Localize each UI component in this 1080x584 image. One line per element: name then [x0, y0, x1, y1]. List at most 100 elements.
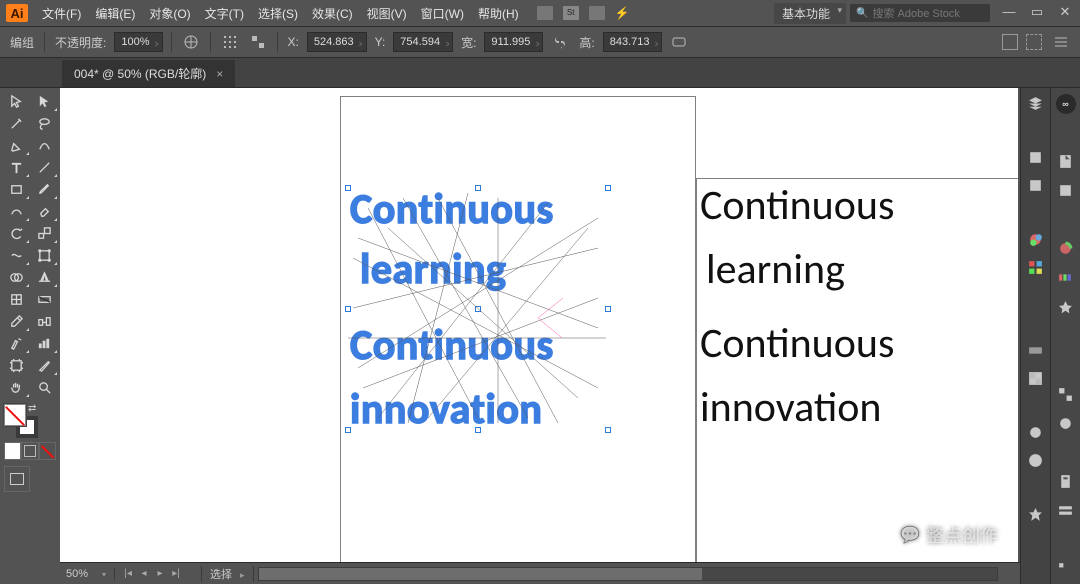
h-scrollbar-thumb[interactable]	[259, 568, 702, 580]
free-transform-tool[interactable]	[30, 244, 58, 266]
swatches-panel-icon[interactable]	[1025, 259, 1047, 277]
lasso-tool[interactable]	[30, 112, 58, 134]
properties-panel-icon[interactable]	[1055, 151, 1077, 171]
magic-wand-tool[interactable]	[2, 112, 30, 134]
screen-mode[interactable]	[4, 466, 30, 492]
eraser-tool[interactable]	[30, 200, 58, 222]
menu-window[interactable]: 窗口(W)	[415, 3, 470, 24]
css-panel-icon[interactable]	[1055, 501, 1077, 521]
menu-object[interactable]: 对象(O)	[143, 3, 196, 24]
artboard-tool[interactable]	[2, 354, 30, 376]
arrange-docs-icon[interactable]	[589, 6, 605, 20]
align-panel-icon[interactable]	[219, 31, 241, 53]
fill-swatch[interactable]	[4, 404, 26, 426]
artboards-panel-icon[interactable]	[1055, 181, 1077, 201]
artboard-next-icon[interactable]: ▸	[153, 567, 167, 581]
shaper-tool[interactable]	[2, 200, 30, 222]
opacity-input[interactable]: 100%	[114, 32, 162, 52]
options-flyout-icon[interactable]	[1050, 31, 1072, 53]
current-tool-label[interactable]: 选择	[201, 566, 254, 582]
align-panel-icon[interactable]	[1055, 355, 1077, 375]
document-tab[interactable]: 004* @ 50% (RGB/轮廓) ×	[62, 60, 235, 87]
line-segment-tool[interactable]	[30, 156, 58, 178]
swap-fill-stroke-icon[interactable]: ⇄	[28, 404, 38, 414]
selection-handle[interactable]	[605, 185, 611, 191]
symbols-panel-icon[interactable]	[1025, 506, 1047, 524]
window-restore-icon[interactable]: ▭	[1028, 6, 1046, 20]
transform-panel2-icon[interactable]	[1055, 385, 1077, 405]
isolate-mode-icon[interactable]	[1002, 34, 1018, 50]
text-line4[interactable]: innovation	[700, 378, 881, 439]
y-input[interactable]: 754.594	[393, 32, 453, 52]
menu-effect[interactable]: 效果(C)	[306, 3, 359, 24]
libraries-panel-icon[interactable]	[1025, 148, 1047, 166]
selection-center[interactable]	[475, 306, 481, 312]
artboard-last-icon[interactable]: ▸|	[169, 567, 183, 581]
text-line2[interactable]: learning	[706, 240, 845, 301]
x-input[interactable]: 524.863	[307, 32, 367, 52]
selection-tool[interactable]	[2, 90, 30, 112]
blend-tool[interactable]	[30, 310, 58, 332]
hand-tool[interactable]	[2, 376, 30, 398]
color-panel-icon[interactable]	[1025, 231, 1047, 249]
menu-type[interactable]: 文字(T)	[199, 3, 250, 24]
creative-cloud-icon[interactable]: ∞	[1056, 94, 1076, 114]
mesh-tool[interactable]	[2, 288, 30, 310]
rotate-tool[interactable]	[2, 222, 30, 244]
brushes-panel-icon[interactable]	[1025, 560, 1047, 578]
artboard-first-icon[interactable]: |◂	[121, 567, 135, 581]
draw-behind[interactable]	[21, 442, 38, 460]
window-close-icon[interactable]: ✕	[1056, 6, 1074, 20]
width-tool[interactable]	[2, 244, 30, 266]
menu-help[interactable]: 帮助(H)	[472, 3, 525, 24]
selection-handle[interactable]	[605, 427, 611, 433]
shape-props-icon[interactable]	[668, 31, 690, 53]
selection-handle[interactable]	[345, 306, 351, 312]
outline-text-line4[interactable]: innovation	[350, 384, 542, 435]
draw-normal[interactable]	[4, 442, 21, 460]
appearance-panel-icon[interactable]	[1025, 423, 1047, 441]
outline-text-line3[interactable]: Continuous	[350, 320, 554, 371]
menu-view[interactable]: 视图(V)	[361, 3, 413, 24]
search-stock-input[interactable]: 搜索 Adobe Stock	[850, 4, 990, 22]
h-scrollbar[interactable]	[258, 567, 998, 581]
selection-handle[interactable]	[605, 306, 611, 312]
graphic-styles-panel-icon[interactable]	[1025, 451, 1047, 469]
symbol-sprayer-tool[interactable]	[2, 332, 30, 354]
eyedropper-tool[interactable]	[2, 310, 30, 332]
zoom-tool[interactable]	[30, 376, 58, 398]
tab-close-icon[interactable]: ×	[216, 67, 223, 81]
column-graph-tool[interactable]	[30, 332, 58, 354]
width-input[interactable]: 911.995	[484, 32, 543, 52]
direct-selection-tool[interactable]	[30, 90, 58, 112]
link-wh-icon[interactable]	[549, 31, 571, 53]
pen-tool[interactable]	[2, 134, 30, 156]
layers-panel-icon[interactable]	[1025, 94, 1047, 112]
draw-inside[interactable]	[39, 442, 56, 460]
slice-tool[interactable]	[30, 354, 58, 376]
zoom-level[interactable]: 50%	[60, 568, 115, 580]
canvas[interactable]: Continuous learning Continuous innovatio…	[60, 88, 1018, 562]
workspace-switcher[interactable]: 基本功能	[774, 3, 846, 24]
type-tool[interactable]	[2, 156, 30, 178]
asset-export-panel-icon[interactable]	[1025, 176, 1047, 194]
menu-file[interactable]: 文件(F)	[36, 3, 87, 24]
stroke-panel-icon[interactable]	[1025, 313, 1047, 331]
menu-edit[interactable]: 编辑(E)	[89, 3, 141, 24]
pathfinder-panel-icon[interactable]	[1055, 298, 1077, 318]
outline-text-line1[interactable]: Continuous	[350, 184, 554, 235]
paragraph-panel-icon[interactable]	[1055, 558, 1077, 578]
color-themes-panel-icon[interactable]	[1055, 268, 1077, 288]
shape-builder-tool[interactable]	[2, 266, 30, 288]
links-panel-icon[interactable]	[1055, 414, 1077, 434]
perspective-grid-tool[interactable]	[30, 266, 58, 288]
stock-icon[interactable]: St	[563, 6, 579, 20]
transform-panel-icon[interactable]	[247, 31, 269, 53]
rectangle-tool[interactable]	[2, 178, 30, 200]
doc-setup-icon[interactable]	[537, 6, 553, 20]
fill-stroke-swatch[interactable]: ⇄	[4, 404, 38, 438]
edit-contents-icon[interactable]	[1026, 34, 1042, 50]
transparency-panel-icon[interactable]	[1025, 369, 1047, 387]
artboard-prev-icon[interactable]: ◂	[137, 567, 151, 581]
window-minimize-icon[interactable]: —	[1000, 6, 1018, 20]
